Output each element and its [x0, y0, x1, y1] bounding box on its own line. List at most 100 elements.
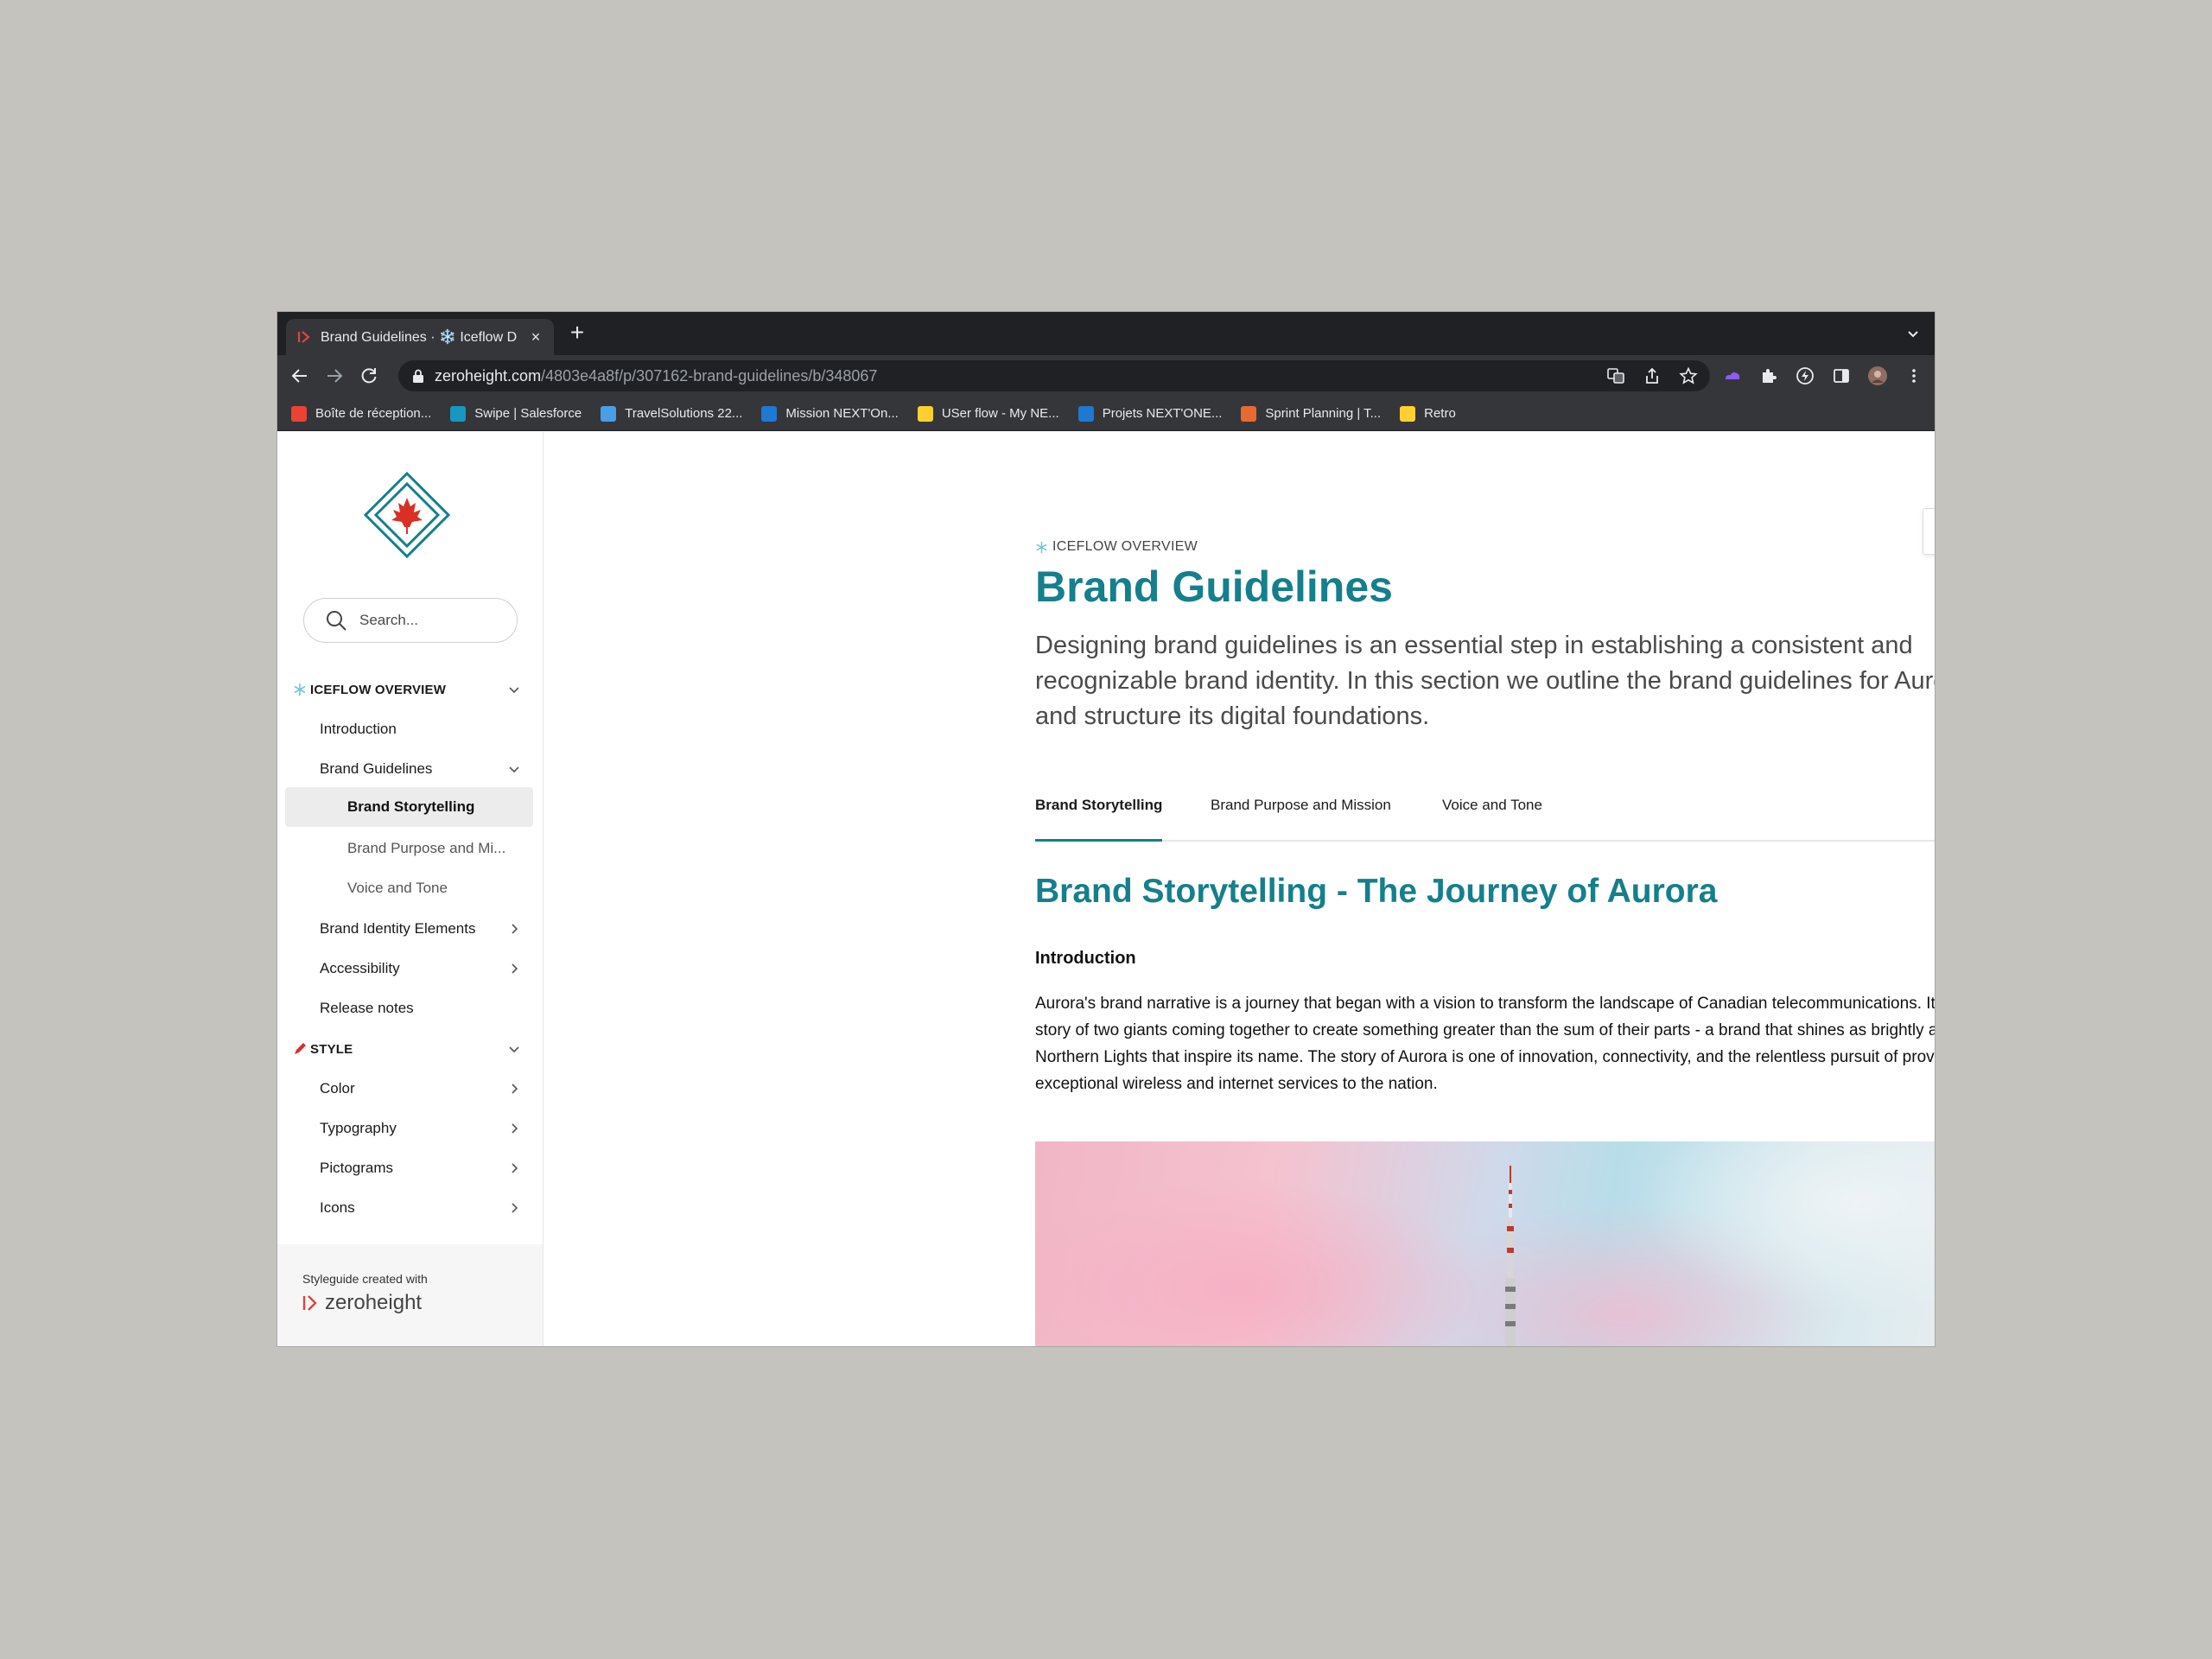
chevron-right-icon [512, 1203, 518, 1213]
sidebar-item-brand-storytelling[interactable]: Brand Storytelling [285, 787, 533, 827]
section-heading: Brand Storytelling - The Journey of Auro… [1035, 873, 1718, 910]
extension-bolt-icon[interactable] [1795, 365, 1815, 386]
sidebar-item-label: Brand Identity Elements [320, 920, 476, 937]
miro-icon [1400, 405, 1416, 422]
bookmark-label: TravelSolutions 22... [625, 406, 743, 421]
sidebar-item-voice-tone[interactable]: Voice and Tone [277, 870, 543, 906]
zeroheight-wordmark: zeroheight [325, 1291, 423, 1314]
sidebar-item-brand-guidelines[interactable]: Brand Guidelines [277, 751, 543, 787]
snowflake-icon [1036, 541, 1047, 553]
tower-illustration [1505, 1166, 1516, 1346]
address-bar[interactable]: zeroheight.com/4803e4a8f/p/307162-brand-… [398, 360, 1710, 391]
sidebar-item-brand-purpose[interactable]: Brand Purpose and Mi... [277, 830, 543, 867]
browser-window: Brand Guidelines · ❄️ Iceflow D × + zero… [277, 312, 1935, 1346]
sidebar-item-color[interactable]: Color [277, 1071, 543, 1107]
chevron-right-icon [512, 924, 518, 934]
forward-icon[interactable] [324, 365, 345, 386]
search-box[interactable] [303, 598, 518, 643]
sidebar-item-label: Release notes [320, 1000, 414, 1016]
maple-leaf-logo-icon[interactable] [364, 472, 450, 558]
lock-icon [413, 369, 423, 383]
sidebar-section-style[interactable]: STYLE [277, 1031, 543, 1067]
page-intro: Designing brand guidelines is an essenti… [1035, 632, 1935, 730]
sidebar-item-pictograms[interactable]: Pictograms [277, 1150, 543, 1186]
hero-image [1035, 1141, 1935, 1346]
miro-icon [917, 405, 933, 422]
sidebar-item-brand-identity[interactable]: Brand Identity Elements [277, 911, 543, 947]
sidebar-item-label: Brand Storytelling [347, 798, 475, 815]
tab-brand-storytelling[interactable]: Brand Storytelling [1035, 797, 1163, 842]
trello-icon [761, 405, 778, 422]
extension-cloud-icon[interactable] [1722, 365, 1743, 386]
sidebar-item-label: Voice and Tone [347, 880, 448, 896]
bookmark-label: Projets NEXT'ONE... [1102, 406, 1223, 421]
sidebar-item-typography[interactable]: Typography [277, 1110, 543, 1147]
url-host: zeroheight.com [435, 366, 542, 385]
salesforce-icon [450, 405, 467, 422]
section-label: ICEFLOW OVERVIEW [310, 682, 447, 697]
bookmark-label: Swipe | Salesforce [474, 406, 582, 421]
web-page: ICEFLOW OVERVIEW Introduction Brand Guid… [277, 432, 1935, 1346]
bookmark-item[interactable]: USer flow - My NE... [917, 405, 1059, 422]
sidebar-item-label: Icons [320, 1199, 355, 1216]
tab-voice-tone[interactable]: Voice and Tone [1442, 797, 1542, 842]
profile-avatar[interactable] [1867, 365, 1888, 386]
subheading: Introduction [1035, 949, 1136, 968]
bookmark-item[interactable]: TravelSolutions 22... [601, 405, 743, 422]
sidebar-item-label: Pictograms [320, 1160, 394, 1176]
retro-icon [1241, 405, 1257, 422]
bookmark-item[interactable]: Sprint Planning | T... [1241, 405, 1381, 422]
breadcrumb[interactable]: ICEFLOW OVERVIEW [1035, 539, 1198, 555]
tab-close-icon[interactable]: × [528, 328, 543, 346]
extensions-puzzle-icon[interactable] [1758, 365, 1779, 386]
bookmark-item[interactable]: Swipe | Salesforce [450, 405, 582, 422]
breadcrumb-label: ICEFLOW OVERVIEW [1052, 539, 1198, 554]
bookmark-label: Mission NEXT'On... [785, 406, 899, 421]
zeroheight-link[interactable]: zeroheight [302, 1291, 422, 1315]
new-tab-button[interactable]: + [564, 321, 590, 346]
gmail-icon [291, 405, 307, 422]
zeroheight-favicon-icon [297, 331, 310, 343]
sidebar-item-introduction[interactable]: Introduction [277, 711, 543, 747]
bookmark-item[interactable]: Projets NEXT'ONE... [1077, 405, 1223, 422]
folder-icon [601, 405, 617, 422]
tab-brand-purpose-mission[interactable]: Brand Purpose and Mission [1211, 797, 1391, 842]
chevron-down-icon [509, 766, 519, 773]
share-icon[interactable] [1643, 366, 1662, 385]
tab-title: Brand Guidelines · ❄️ Iceflow D [321, 330, 518, 345]
sidebar: ICEFLOW OVERVIEW Introduction Brand Guid… [277, 432, 543, 1346]
sidebar-item-label: Typography [320, 1120, 397, 1136]
reload-icon[interactable] [359, 365, 379, 386]
bookmark-star-icon[interactable] [1679, 366, 1698, 385]
search-icon [327, 611, 346, 631]
tab-search-chevron-icon[interactable] [1904, 324, 1923, 343]
zeroheight-logo-icon [302, 1295, 317, 1311]
browser-tab-active[interactable]: Brand Guidelines · ❄️ Iceflow D × [286, 319, 554, 355]
sidebar-item-label: Color [320, 1080, 355, 1096]
table-of-contents-button[interactable] [1923, 508, 1935, 555]
section-label: STYLE [310, 1041, 353, 1057]
search-input[interactable] [359, 612, 498, 629]
sidebar-item-icons[interactable]: Icons [277, 1190, 543, 1226]
bookmark-label: Boîte de réception... [315, 406, 432, 421]
sidebar-section-iceflow-overview[interactable]: ICEFLOW OVERVIEW [277, 671, 543, 708]
bookmark-item[interactable]: Boîte de réception... [291, 405, 432, 422]
back-icon[interactable] [289, 365, 310, 386]
side-panel-icon[interactable] [1831, 365, 1852, 386]
chevron-down-icon [509, 687, 519, 694]
chevron-right-icon [512, 963, 518, 974]
translate-icon[interactable] [1606, 366, 1625, 385]
trello-icon [1077, 405, 1094, 422]
bookmark-item[interactable]: Retro [1400, 405, 1456, 422]
browser-menu-icon[interactable] [1904, 365, 1924, 386]
sidebar-item-release-notes[interactable]: Release notes [277, 990, 543, 1027]
main-content: ICEFLOW OVERVIEW Brand Guidelines Design… [544, 432, 1935, 1346]
sidebar-item-label: Introduction [320, 721, 397, 737]
sidebar-item-accessibility[interactable]: Accessibility [277, 950, 543, 987]
bookmark-label: USer flow - My NE... [941, 406, 1059, 421]
bookmarks-bar: Boîte de réception... Swipe | Salesforce T… [277, 397, 1935, 431]
browser-toolbar: zeroheight.com/4803e4a8f/p/307162-brand-… [277, 355, 1935, 397]
tab-strip: Brand Guidelines · ❄️ Iceflow D × + [277, 312, 1935, 355]
sidebar-item-label: Accessibility [320, 960, 400, 976]
bookmark-item[interactable]: Mission NEXT'On... [761, 405, 899, 422]
